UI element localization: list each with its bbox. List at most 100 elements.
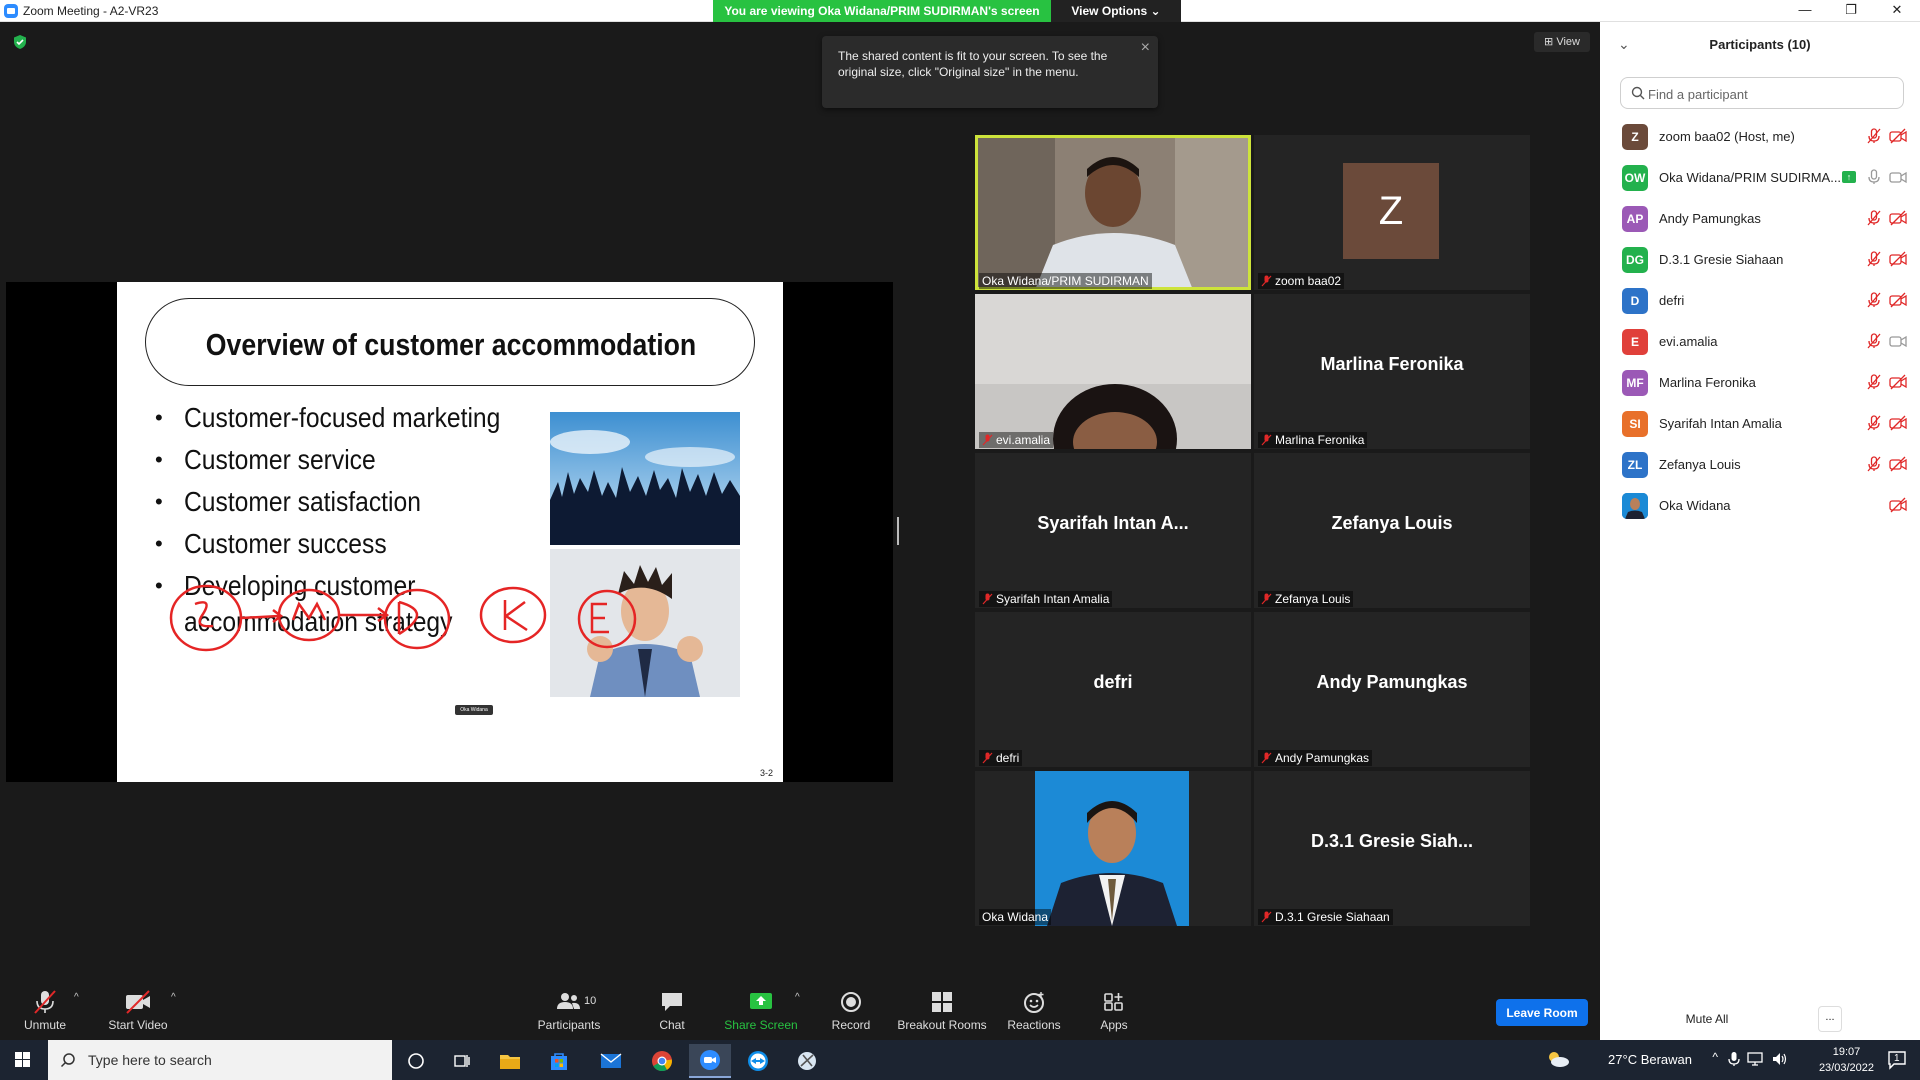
tile-label: Zefanya Louis — [1258, 591, 1354, 607]
mic-muted-icon[interactable] — [1866, 415, 1882, 431]
cloudy-weather-icon[interactable] — [1546, 1050, 1570, 1071]
weather-text[interactable]: 27°C Berawan — [1608, 1052, 1692, 1067]
tooltip-text: The shared content is fit to your screen… — [838, 49, 1108, 79]
mic-muted-icon[interactable] — [1866, 292, 1882, 308]
network-icon[interactable] — [1747, 1051, 1765, 1070]
video-tile[interactable]: evi.amalia — [975, 294, 1251, 449]
participant-row[interactable]: SI Syarifah Intan Amalia — [1600, 403, 1920, 444]
view-layout-button[interactable]: ⊞ View — [1534, 32, 1590, 52]
task-view-icon[interactable] — [441, 1044, 483, 1078]
camera-on-icon[interactable] — [1889, 333, 1907, 349]
meeting-toolbar: Unmute ^ Start Video ^ Participants 10 C… — [0, 980, 1600, 1040]
mic-muted-icon[interactable] — [1866, 456, 1882, 472]
tile-name: Syarifah Intan Amalia — [996, 592, 1110, 606]
zoom-taskbar-icon[interactable] — [689, 1044, 731, 1078]
video-tile[interactable]: Z zoom baa02 — [1254, 135, 1530, 290]
leave-room-button[interactable]: Leave Room — [1496, 999, 1588, 1026]
participant-name: Andy Pamungkas — [1659, 211, 1761, 226]
camera-off-icon[interactable] — [1889, 374, 1907, 390]
share-screen-button[interactable]: Share Screen — [723, 990, 799, 1032]
video-tile[interactable]: D.3.1 Gresie Siah... D.3.1 Gresie Siahaa… — [1254, 771, 1530, 926]
shared-screen[interactable]: Overview of customer accommodation Custo… — [6, 282, 893, 782]
taskbar-clock[interactable]: 19:07 23/03/2022 — [1819, 1044, 1874, 1076]
record-button[interactable]: Record — [826, 990, 876, 1032]
apps-button[interactable]: Apps — [1097, 990, 1131, 1032]
camera-off-icon[interactable] — [1889, 497, 1907, 513]
unmute-button[interactable]: Unmute — [18, 990, 72, 1032]
video-tile[interactable]: Oka Widana/PRIM SUDIRMAN — [975, 135, 1251, 290]
presentation-slide: Overview of customer accommodation Custo… — [117, 282, 783, 782]
camera-off-icon[interactable] — [1889, 210, 1907, 226]
camera-on-icon[interactable] — [1889, 169, 1907, 185]
camera-off-icon[interactable] — [1889, 128, 1907, 144]
chrome-icon[interactable] — [641, 1044, 683, 1078]
search-input[interactable] — [1648, 84, 1888, 104]
encryption-shield-icon[interactable] — [12, 34, 28, 50]
participant-row[interactable]: MF Marlina Feronika — [1600, 362, 1920, 403]
tile-name: evi.amalia — [996, 433, 1051, 447]
camera-off-icon[interactable] — [1889, 456, 1907, 472]
microphone-icon[interactable] — [1728, 1051, 1740, 1070]
notifications-button[interactable]: 1 — [1886, 1048, 1908, 1072]
video-tile[interactable]: Marlina Feronika Marlina Feronika — [1254, 294, 1530, 449]
screen-share-icon: ↑ — [1842, 171, 1856, 183]
start-video-button[interactable]: Start Video — [106, 990, 170, 1032]
breakout-rooms-button[interactable]: Breakout Rooms — [897, 990, 987, 1032]
windows-start-icon[interactable] — [0, 1040, 46, 1080]
splitter-handle[interactable] — [897, 517, 899, 545]
restore-button[interactable]: ❐ — [1828, 0, 1874, 22]
chevron-up-icon[interactable]: ^ — [1712, 1050, 1718, 1064]
video-tile[interactable]: Syarifah Intan A... Syarifah Intan Amali… — [975, 453, 1251, 608]
cortana-icon[interactable] — [395, 1044, 437, 1078]
camera-off-icon[interactable] — [1889, 415, 1907, 431]
mic-off-icon — [1261, 752, 1272, 764]
more-options-button[interactable]: ... — [1818, 1006, 1842, 1032]
participant-row[interactable]: OW Oka Widana/PRIM SUDIRMA... ↑ — [1600, 157, 1920, 198]
mic-on-icon[interactable] — [1866, 169, 1882, 185]
teamviewer-icon[interactable] — [737, 1044, 779, 1078]
participant-name: Oka Widana/PRIM SUDIRMA... — [1659, 170, 1842, 185]
share-options-caret-icon[interactable]: ^ — [795, 992, 800, 1003]
reactions-button[interactable]: Reactions — [1005, 990, 1063, 1032]
participant-row[interactable]: D defri — [1600, 280, 1920, 321]
tile-name: defri — [996, 751, 1020, 765]
camera-off-icon[interactable] — [1889, 251, 1907, 267]
mic-muted-icon[interactable] — [1866, 128, 1882, 144]
participant-row[interactable]: E evi.amalia — [1600, 321, 1920, 362]
snipping-tool-icon[interactable] — [786, 1044, 828, 1078]
mic-muted-icon[interactable] — [1866, 333, 1882, 349]
store-icon[interactable] — [538, 1044, 580, 1078]
mic-muted-icon[interactable] — [1866, 251, 1882, 267]
participant-row[interactable]: AP Andy Pamungkas — [1600, 198, 1920, 239]
reactions-label: Reactions — [1007, 1018, 1061, 1032]
close-icon[interactable]: × — [1141, 40, 1150, 56]
taskbar-search-box[interactable]: Type here to search — [48, 1040, 392, 1080]
mail-icon[interactable] — [590, 1044, 632, 1078]
mute-all-button[interactable]: Mute All — [1664, 1006, 1750, 1032]
minimize-button[interactable]: — — [1782, 0, 1828, 22]
mic-muted-icon[interactable] — [1866, 210, 1882, 226]
participant-row[interactable]: DG D.3.1 Gresie Siahaan — [1600, 239, 1920, 280]
video-tile[interactable]: Zefanya Louis Zefanya Louis — [1254, 453, 1530, 608]
volume-icon[interactable] — [1771, 1051, 1789, 1070]
video-tile[interactable]: Oka Widana — [975, 771, 1251, 926]
panel-footer: Mute All ... — [1600, 1004, 1920, 1040]
profile-photo — [975, 771, 1251, 926]
record-label: Record — [831, 1018, 871, 1032]
video-options-caret-icon[interactable]: ^ — [171, 992, 176, 1003]
participant-row[interactable]: Oka Widana — [1600, 485, 1920, 526]
participant-row[interactable]: ZL Zefanya Louis — [1600, 444, 1920, 485]
close-window-button[interactable]: ✕ — [1874, 0, 1920, 22]
view-options-button[interactable]: View Options ⌄ — [1051, 0, 1181, 22]
mic-muted-icon[interactable] — [1866, 374, 1882, 390]
camera-off-icon[interactable] — [1889, 292, 1907, 308]
chat-button[interactable]: Chat — [652, 990, 692, 1032]
windows-taskbar: Type here to search 27°C Berawan ^ 19:07… — [0, 1040, 1920, 1080]
tile-name: zoom baa02 — [1275, 274, 1342, 288]
file-explorer-icon[interactable] — [489, 1044, 531, 1078]
video-tile[interactable]: Andy Pamungkas Andy Pamungkas — [1254, 612, 1530, 767]
tile-label: zoom baa02 — [1258, 273, 1345, 289]
video-tile[interactable]: defri defri — [975, 612, 1251, 767]
participant-row[interactable]: Z zoom baa02 (Host, me) — [1600, 116, 1920, 157]
audio-options-caret-icon[interactable]: ^ — [74, 992, 79, 1003]
